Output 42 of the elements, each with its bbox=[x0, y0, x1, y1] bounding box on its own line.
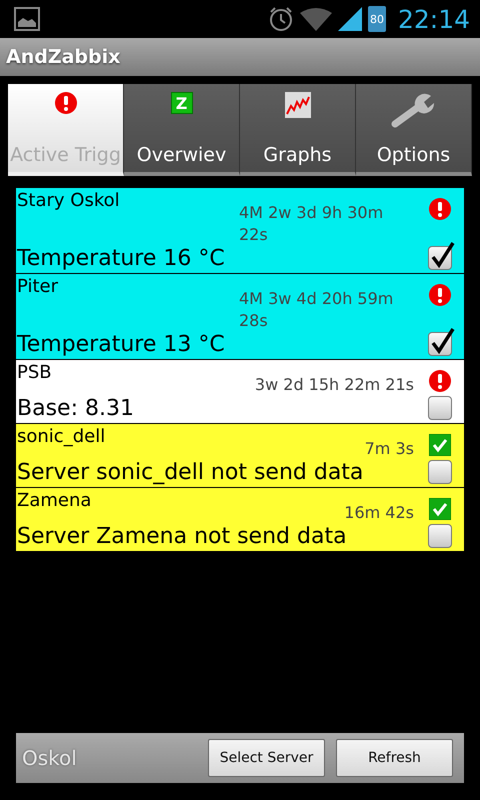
trigger-age: 4M 2w 3d 9h 30m 22s bbox=[239, 202, 384, 246]
app-title: AndZabbix bbox=[6, 45, 120, 70]
trigger-age: 4M 3w 4d 20h 59m 28s bbox=[239, 288, 394, 332]
battery-icon: 80 bbox=[368, 6, 386, 32]
trigger-age: 3w 2d 15h 22m 21s bbox=[254, 374, 414, 396]
action-button[interactable]: Refresh bbox=[336, 739, 453, 777]
server-name: Oskol bbox=[22, 746, 78, 770]
trigger-description: Temperature 16 °C bbox=[17, 246, 226, 273]
alert-icon bbox=[429, 284, 451, 306]
ok-check-icon bbox=[429, 434, 451, 456]
alarm-clock-icon bbox=[268, 6, 294, 32]
alert-icon bbox=[429, 370, 451, 392]
alert-icon bbox=[54, 92, 76, 114]
trigger-row[interactable]: sonic_dell 7m 3s Server sonic_dell not send data bbox=[16, 424, 464, 487]
tab[interactable]: Z Overwiev bbox=[124, 84, 240, 176]
trigger-description: Server sonic_dell not send data bbox=[17, 460, 364, 487]
tab[interactable]: Options bbox=[356, 84, 472, 176]
checkbox[interactable] bbox=[428, 524, 452, 548]
trigger-description: Base: 8.31 bbox=[17, 396, 135, 423]
signal-icon bbox=[338, 7, 362, 31]
alert-icon bbox=[429, 198, 451, 220]
trigger-age: 16m 42s bbox=[344, 502, 414, 524]
zabbix-icon: Z bbox=[170, 92, 192, 114]
graph-icon bbox=[284, 92, 310, 118]
tab[interactable]: Graphs bbox=[240, 84, 356, 176]
trigger-description: Server Zamena not send data bbox=[17, 524, 348, 551]
trigger-age: 7m 3s bbox=[364, 438, 414, 460]
host-name: sonic_dell bbox=[17, 426, 106, 449]
clock-time: 22:14 bbox=[398, 4, 470, 34]
action-button[interactable]: Select Server bbox=[208, 739, 325, 777]
host-name: PSB bbox=[17, 362, 53, 385]
host-name: Piter bbox=[17, 276, 59, 299]
checkbox[interactable] bbox=[428, 460, 452, 484]
checkbox[interactable] bbox=[428, 396, 452, 420]
trigger-description: Temperature 13 °C bbox=[17, 332, 226, 359]
image-icon bbox=[14, 7, 40, 31]
host-name: Zamena bbox=[17, 490, 92, 513]
wifi-icon bbox=[300, 7, 332, 31]
host-name: Stary Oskol bbox=[17, 190, 121, 213]
trigger-row[interactable]: PSB 3w 2d 15h 22m 21s Base: 8.31 bbox=[16, 360, 464, 423]
trigger-row[interactable]: Zamena 16m 42s Server Zamena not send data bbox=[16, 488, 464, 551]
ok-check-icon bbox=[429, 498, 451, 520]
